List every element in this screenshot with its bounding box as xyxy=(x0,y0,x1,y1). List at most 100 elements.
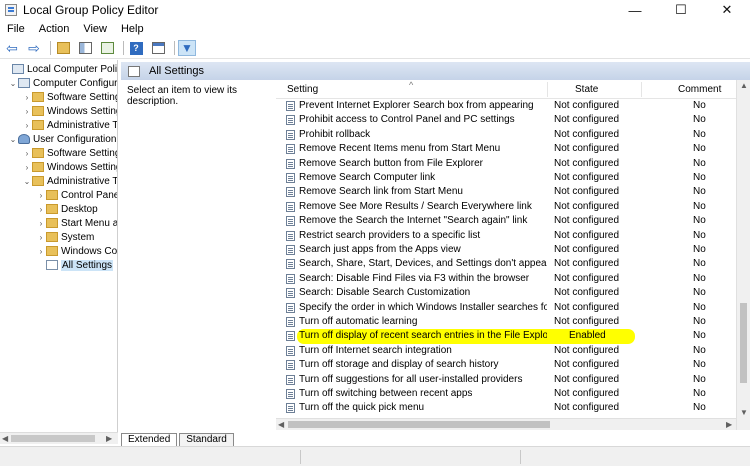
table-row[interactable]: Search, Share, Start, Devices, and Setti… xyxy=(276,257,736,271)
table-row[interactable]: Search: Disable Find Files via F3 within… xyxy=(276,272,736,286)
maximize-button[interactable]: ☐ xyxy=(658,0,704,20)
tree-item-control-panel[interactable]: › Control Panel xyxy=(36,188,117,202)
tab-extended[interactable]: Extended xyxy=(121,433,178,446)
scroll-up-icon[interactable]: ▲ xyxy=(740,80,748,92)
table-row[interactable]: Restrict search providers to a specific … xyxy=(276,229,736,243)
state-cell: Not configured xyxy=(554,388,620,399)
expand-arrow-icon[interactable]: › xyxy=(22,163,32,172)
tree-item-windows-components[interactable]: › Windows Cor xyxy=(36,244,117,258)
tree-item-start-menu[interactable]: › Start Menu ar xyxy=(36,216,117,230)
tree-item-software-settings[interactable]: › Software Settings xyxy=(22,146,117,160)
column-divider[interactable] xyxy=(641,82,642,97)
table-row[interactable]: Search just apps from the Apps view Not c… xyxy=(276,243,736,257)
tree-item-windows-settings[interactable]: › Windows Setting xyxy=(22,160,117,174)
column-header-comment[interactable]: Comment xyxy=(678,80,721,99)
column-header-setting[interactable]: Setting xyxy=(287,80,318,99)
table-row[interactable]: Remove Search button from File Explorer N… xyxy=(276,157,736,171)
table-row[interactable]: Remove Search link from Start Menu Not co… xyxy=(276,185,736,199)
expand-arrow-icon[interactable]: › xyxy=(22,121,32,130)
policy-setting-icon xyxy=(286,331,295,342)
table-row[interactable]: Remove See More Results / Search Everywh… xyxy=(276,200,736,214)
tree-item-all-settings[interactable]: All Settings xyxy=(36,258,114,272)
tree-item-user-configuration[interactable]: ⌄ User Configuration xyxy=(8,132,117,146)
table-row[interactable]: Turn off automatic learning Not configure… xyxy=(276,315,736,329)
show-hide-tree-icon[interactable] xyxy=(76,40,94,56)
policy-setting-icon xyxy=(286,245,295,255)
tree-item-system[interactable]: › System xyxy=(36,230,95,244)
setting-cell: Restrict search providers to a specific … xyxy=(299,229,481,241)
setting-cell: Search: Disable Find Files via F3 within… xyxy=(299,272,530,284)
scroll-thumb[interactable] xyxy=(740,303,747,383)
expand-arrow-icon[interactable]: ⌄ xyxy=(8,135,18,144)
forward-arrow-icon[interactable]: ⇨ xyxy=(25,40,43,56)
expand-arrow-icon[interactable]: › xyxy=(22,107,32,116)
tree-item-administrative-templates[interactable]: ⌄ Administrative Te xyxy=(22,174,118,188)
scroll-right-icon[interactable]: ▶ xyxy=(726,419,732,431)
menu-view[interactable]: View xyxy=(76,23,114,35)
table-row[interactable]: Remove Recent Items menu from Start Menu… xyxy=(276,142,736,156)
close-button[interactable]: ✕ xyxy=(704,0,750,20)
tree-item-label: Administrative Te xyxy=(47,175,118,187)
tree-item-administrative-templates[interactable]: › Administrative Te xyxy=(22,118,117,132)
setting-cell: Turn off automatic learning xyxy=(299,316,418,327)
setting-cell: Remove Search button from File Explorer xyxy=(299,157,483,169)
comment-cell: No xyxy=(693,114,706,126)
scroll-right-icon[interactable]: ▶ xyxy=(106,433,112,445)
table-row[interactable]: Turn off the quick pick menu Not configur… xyxy=(276,401,736,415)
policy-setting-icon xyxy=(286,144,295,155)
column-header-state[interactable]: State xyxy=(575,80,598,99)
table-row[interactable]: Turn off switching between recent apps No… xyxy=(276,387,736,401)
scroll-thumb[interactable] xyxy=(11,435,95,442)
back-arrow-icon[interactable]: ⇦ xyxy=(3,40,21,56)
table-row[interactable]: Specify the order in which Windows Insta… xyxy=(276,301,736,315)
expand-arrow-icon[interactable]: › xyxy=(36,191,46,200)
list-vertical-scrollbar[interactable]: ▲ ▼ xyxy=(736,80,750,430)
expand-arrow-icon[interactable]: › xyxy=(36,247,46,256)
tab-standard[interactable]: Standard xyxy=(179,433,234,446)
expand-arrow-icon[interactable]: › xyxy=(22,149,32,158)
table-row[interactable]: Prevent Internet Explorer Search box fro… xyxy=(276,99,736,113)
expand-arrow-icon[interactable]: ⌄ xyxy=(8,79,18,88)
properties-icon[interactable] xyxy=(149,40,167,56)
table-row[interactable]: Turn off Internet search integration Not … xyxy=(276,344,736,358)
expand-arrow-icon[interactable]: › xyxy=(36,219,46,228)
table-row[interactable]: Remove Search Computer link Not configure… xyxy=(276,171,736,185)
table-row[interactable]: Prohibit rollback Not configured No xyxy=(276,128,736,142)
table-row[interactable]: Prohibit access to Control Panel and PC … xyxy=(276,113,736,127)
expand-arrow-icon[interactable]: › xyxy=(22,93,32,102)
folder-icon xyxy=(46,218,58,228)
expand-arrow-icon[interactable]: ⌄ xyxy=(22,177,32,186)
policy-setting-icon xyxy=(286,403,295,414)
toolbar-separator xyxy=(50,41,51,55)
scroll-thumb[interactable] xyxy=(288,421,550,428)
scroll-left-icon[interactable]: ◀ xyxy=(278,419,284,431)
scroll-down-icon[interactable]: ▼ xyxy=(740,407,748,419)
up-folder-icon[interactable] xyxy=(54,40,72,56)
table-row[interactable]: Remove the Search the Internet "Search a… xyxy=(276,214,736,228)
table-row[interactable]: Turn off storage and display of search h… xyxy=(276,358,736,372)
minimize-button[interactable]: — xyxy=(612,0,658,20)
scroll-left-icon[interactable]: ◀ xyxy=(2,433,8,445)
export-list-icon[interactable] xyxy=(98,40,116,56)
help-icon[interactable]: ? xyxy=(127,40,145,56)
table-row[interactable]: Search: Disable Search Customization Not … xyxy=(276,286,736,300)
tree-item-local-computer-policy[interactable]: Local Computer Policy xyxy=(2,62,117,76)
state-cell: Not configured xyxy=(554,215,620,227)
tree-item-desktop[interactable]: › Desktop xyxy=(36,202,98,216)
menu-file[interactable]: File xyxy=(0,23,32,35)
tree-horizontal-scrollbar[interactable]: ◀ ▶ xyxy=(0,432,118,444)
expand-arrow-icon[interactable]: › xyxy=(36,233,46,242)
list-horizontal-scrollbar[interactable]: ◀ ▶ xyxy=(276,418,736,430)
column-divider[interactable] xyxy=(547,82,548,97)
table-row[interactable]: Turn off display of recent search entrie… xyxy=(276,329,736,344)
tree-item-windows-settings[interactable]: › Windows Setting xyxy=(22,104,117,118)
expand-arrow-icon[interactable]: › xyxy=(36,205,46,214)
menu-help[interactable]: Help xyxy=(114,23,151,35)
menu-action[interactable]: Action xyxy=(32,23,77,35)
filter-icon[interactable]: ▼ xyxy=(178,40,196,56)
tree-item-computer-configuration[interactable]: ⌄ Computer Configura xyxy=(8,76,117,90)
settings-list: ^ Setting State Comment Prevent Internet… xyxy=(276,80,750,430)
table-row[interactable]: Turn off suggestions for all user-instal… xyxy=(276,373,736,387)
computer-icon xyxy=(12,64,24,74)
tree-item-software-settings[interactable]: › Software Settings xyxy=(22,90,117,104)
